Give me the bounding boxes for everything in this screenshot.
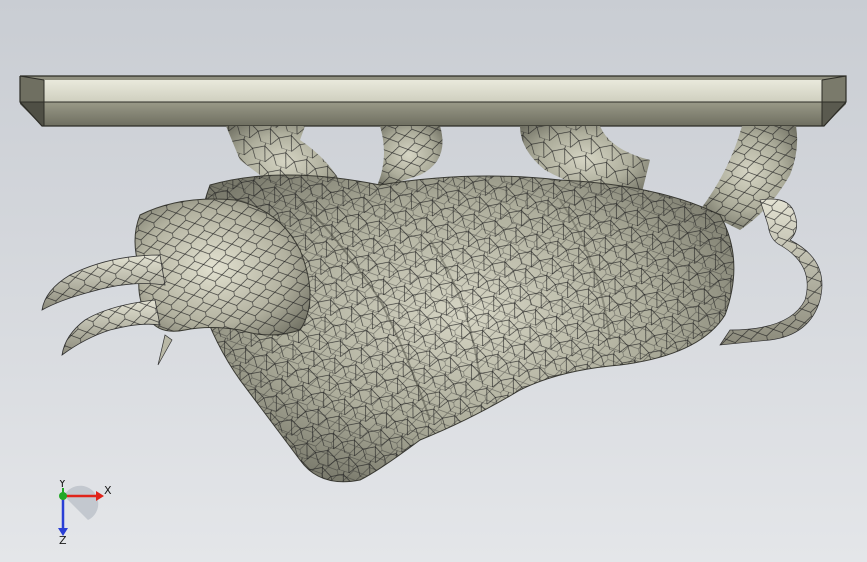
x-axis-label: X (104, 484, 112, 497)
board-plate (19, 75, 847, 127)
3d-model[interactable] (0, 0, 867, 562)
x-axis-arrowhead (96, 491, 104, 501)
z-axis-label: Z (59, 534, 67, 547)
graphics-viewport[interactable]: X Y Z (0, 0, 867, 562)
y-axis-label: Y (58, 480, 66, 490)
triad-sphere-icon (64, 485, 99, 520)
axis-triad: X Y Z (58, 480, 112, 547)
bull-horns (41, 254, 173, 366)
